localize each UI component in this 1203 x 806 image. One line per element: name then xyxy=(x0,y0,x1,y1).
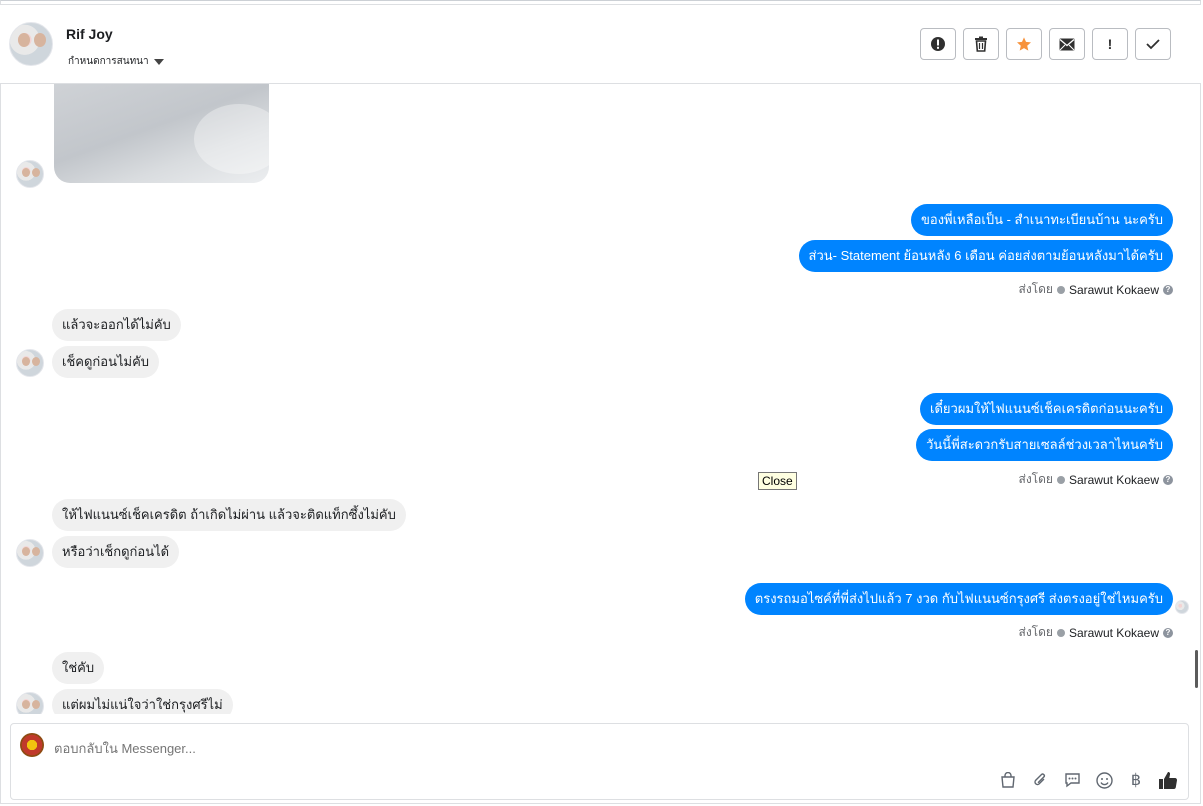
sent-by-label: ส่งโดย Sarawut Kokaew ? xyxy=(1018,280,1173,299)
page-avatar xyxy=(20,733,44,757)
mark-done-button[interactable] xyxy=(1135,28,1171,60)
mark-important-button[interactable]: ! xyxy=(1092,28,1128,60)
agent-avatar-icon xyxy=(1056,475,1065,484)
mark-spam-button[interactable] xyxy=(920,28,956,60)
payment-baht-icon[interactable]: ฿ xyxy=(1126,770,1146,790)
mark-unread-button[interactable] xyxy=(1049,28,1085,60)
caret-down-icon xyxy=(153,59,164,65)
incoming-message[interactable]: หรือว่าเช็กดูก่อนได้ xyxy=(52,536,180,568)
contact-avatar[interactable] xyxy=(9,22,53,66)
incoming-message[interactable]: แต่ผมไม่แน่ใจว่าใช่กรุงศรีไม่ xyxy=(52,689,233,714)
agent-name: Sarawut Kokaew xyxy=(1068,625,1159,640)
alert-circle-icon xyxy=(931,37,945,51)
sent-by-text: ส่งโดย xyxy=(1018,282,1053,296)
check-icon xyxy=(1146,39,1160,50)
agent-name: Sarawut Kokaew xyxy=(1068,472,1159,487)
star-button[interactable] xyxy=(1006,28,1042,60)
help-icon[interactable]: ? xyxy=(1163,474,1173,485)
incoming-message[interactable]: เช็คดูก่อนไม่คับ xyxy=(52,346,160,378)
incoming-message[interactable]: ใช่คับ xyxy=(52,652,105,684)
assign-conversation-dropdown[interactable]: กำหนดการสนทนา xyxy=(68,54,164,69)
image-attachment[interactable] xyxy=(54,84,269,183)
help-icon[interactable]: ? xyxy=(1163,627,1173,638)
reply-composer: ฿ xyxy=(10,723,1189,800)
trash-icon xyxy=(975,36,987,52)
outgoing-message[interactable]: ของพี่เหลือเป็น - สำเนาทะเบียนบ้าน นะครั… xyxy=(911,204,1173,236)
agent-name: Sarawut Kokaew xyxy=(1068,282,1159,297)
close-tooltip: Close xyxy=(758,472,797,490)
envelope-icon xyxy=(1059,38,1075,50)
sent-by-label: ส่งโดย Sarawut Kokaew ? xyxy=(1018,470,1173,489)
sent-by-label: ส่งโดย Sarawut Kokaew ? xyxy=(1018,623,1173,642)
delete-button[interactable] xyxy=(963,28,999,60)
agent-avatar-icon xyxy=(1056,285,1065,294)
emoji-icon[interactable] xyxy=(1094,770,1114,790)
sender-avatar[interactable] xyxy=(16,692,44,714)
sender-avatar[interactable] xyxy=(16,539,44,567)
star-icon xyxy=(1017,37,1031,51)
sent-by-text: ส่งโดย xyxy=(1018,625,1053,639)
incoming-message[interactable]: แล้วจะออกได้ไม่คับ xyxy=(52,309,181,341)
contact-name[interactable]: Rif Joy xyxy=(66,26,113,42)
agent-avatar-icon xyxy=(1056,628,1065,637)
sent-by-text: ส่งโดย xyxy=(1018,472,1053,486)
attachment-icon[interactable] xyxy=(1030,770,1050,790)
sender-avatar[interactable] xyxy=(16,349,44,377)
conversation-header: Rif Joy กำหนดการสนทนา ! xyxy=(0,4,1201,84)
seen-indicator-avatar xyxy=(1175,600,1189,614)
reply-input[interactable] xyxy=(54,741,654,756)
message-list-scrollbar[interactable] xyxy=(1195,650,1198,688)
assign-conversation-label: กำหนดการสนทนา xyxy=(68,56,149,67)
message-list[interactable]: ของพี่เหลือเป็น - สำเนาทะเบียนบ้าน นะครั… xyxy=(0,84,1190,714)
help-icon[interactable]: ? xyxy=(1163,284,1173,295)
outgoing-message[interactable]: ส่วน- Statement ย้อนหลัง 6 เดือน ค่อยส่ง… xyxy=(798,240,1173,272)
incoming-message[interactable]: ให้ไฟแนนซ์เช็คเครดิต ถ้าเกิดไม่ผ่าน แล้ว… xyxy=(52,499,406,531)
saved-replies-icon[interactable] xyxy=(998,770,1018,790)
quick-reply-icon[interactable] xyxy=(1062,770,1082,790)
thumbs-up-icon[interactable] xyxy=(1158,770,1178,790)
outgoing-message[interactable]: ตรงรถมอไซค์ที่พี่ส่งไปแล้ว 7 งวด กับไฟแน… xyxy=(744,583,1173,615)
sender-avatar[interactable] xyxy=(16,160,44,188)
outgoing-message[interactable]: เดี๋ยวผมให้ไฟแนนซ์เช็คเครดิตก่อนนะครับ xyxy=(920,393,1173,425)
exclamation-icon: ! xyxy=(1107,36,1113,52)
outgoing-message[interactable]: วันนี้พี่สะดวกรับสายเซลล์ช่วงเวลาไหนครับ xyxy=(916,429,1173,461)
